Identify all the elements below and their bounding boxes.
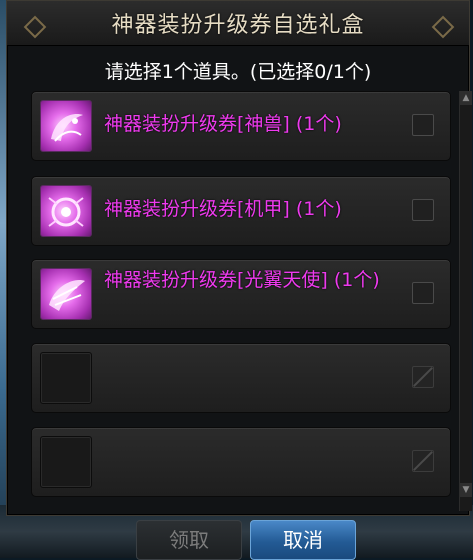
claim-button[interactable]: 领取 [136, 520, 242, 560]
cancel-button[interactable]: 取消 [250, 520, 356, 560]
item-checkbox[interactable] [412, 199, 434, 221]
item-label: 神器装扮升级券[光翼天使] (1个) [104, 269, 380, 291]
magic-swirl-icon [40, 268, 92, 320]
scroll-down-arrow-icon[interactable]: ▼ [460, 483, 472, 497]
magic-swirl-icon [40, 185, 92, 237]
item-checkbox-disabled [412, 450, 434, 472]
item-row-beast[interactable]: 神器装扮升级券[神兽] (1个) [31, 91, 451, 161]
gift-box-dialog: 神器装扮升级券自选礼盒 请选择1个道具。(已选择0/1个) 神器装扮升级券[神兽… [6, 0, 472, 516]
empty-slot-icon [40, 352, 92, 404]
empty-slot-icon [40, 436, 92, 488]
dialog-titlebar: 神器装扮升级券自选礼盒 [7, 1, 469, 46]
item-checkbox[interactable] [412, 114, 434, 136]
empty-item-row [31, 343, 451, 413]
empty-item-row [31, 427, 451, 497]
item-label: 神器装扮升级券[神兽] (1个) [104, 113, 342, 135]
scroll-up-arrow-icon[interactable]: ▲ [460, 91, 472, 105]
item-row-angel[interactable]: 神器装扮升级券[光翼天使] (1个) [31, 259, 451, 329]
list-scrollbar[interactable]: ▲ ▼ [459, 91, 472, 511]
item-checkbox-disabled [412, 366, 434, 388]
item-checkbox[interactable] [412, 282, 434, 304]
selection-instruction: 请选择1个道具。(已选择0/1个) [104, 61, 372, 83]
dialog-title: 神器装扮升级券自选礼盒 [111, 13, 365, 38]
item-row-mecha[interactable]: 神器装扮升级券[机甲] (1个) [31, 176, 451, 246]
magic-swirl-icon [40, 100, 92, 152]
item-label: 神器装扮升级券[机甲] (1个) [104, 198, 342, 220]
